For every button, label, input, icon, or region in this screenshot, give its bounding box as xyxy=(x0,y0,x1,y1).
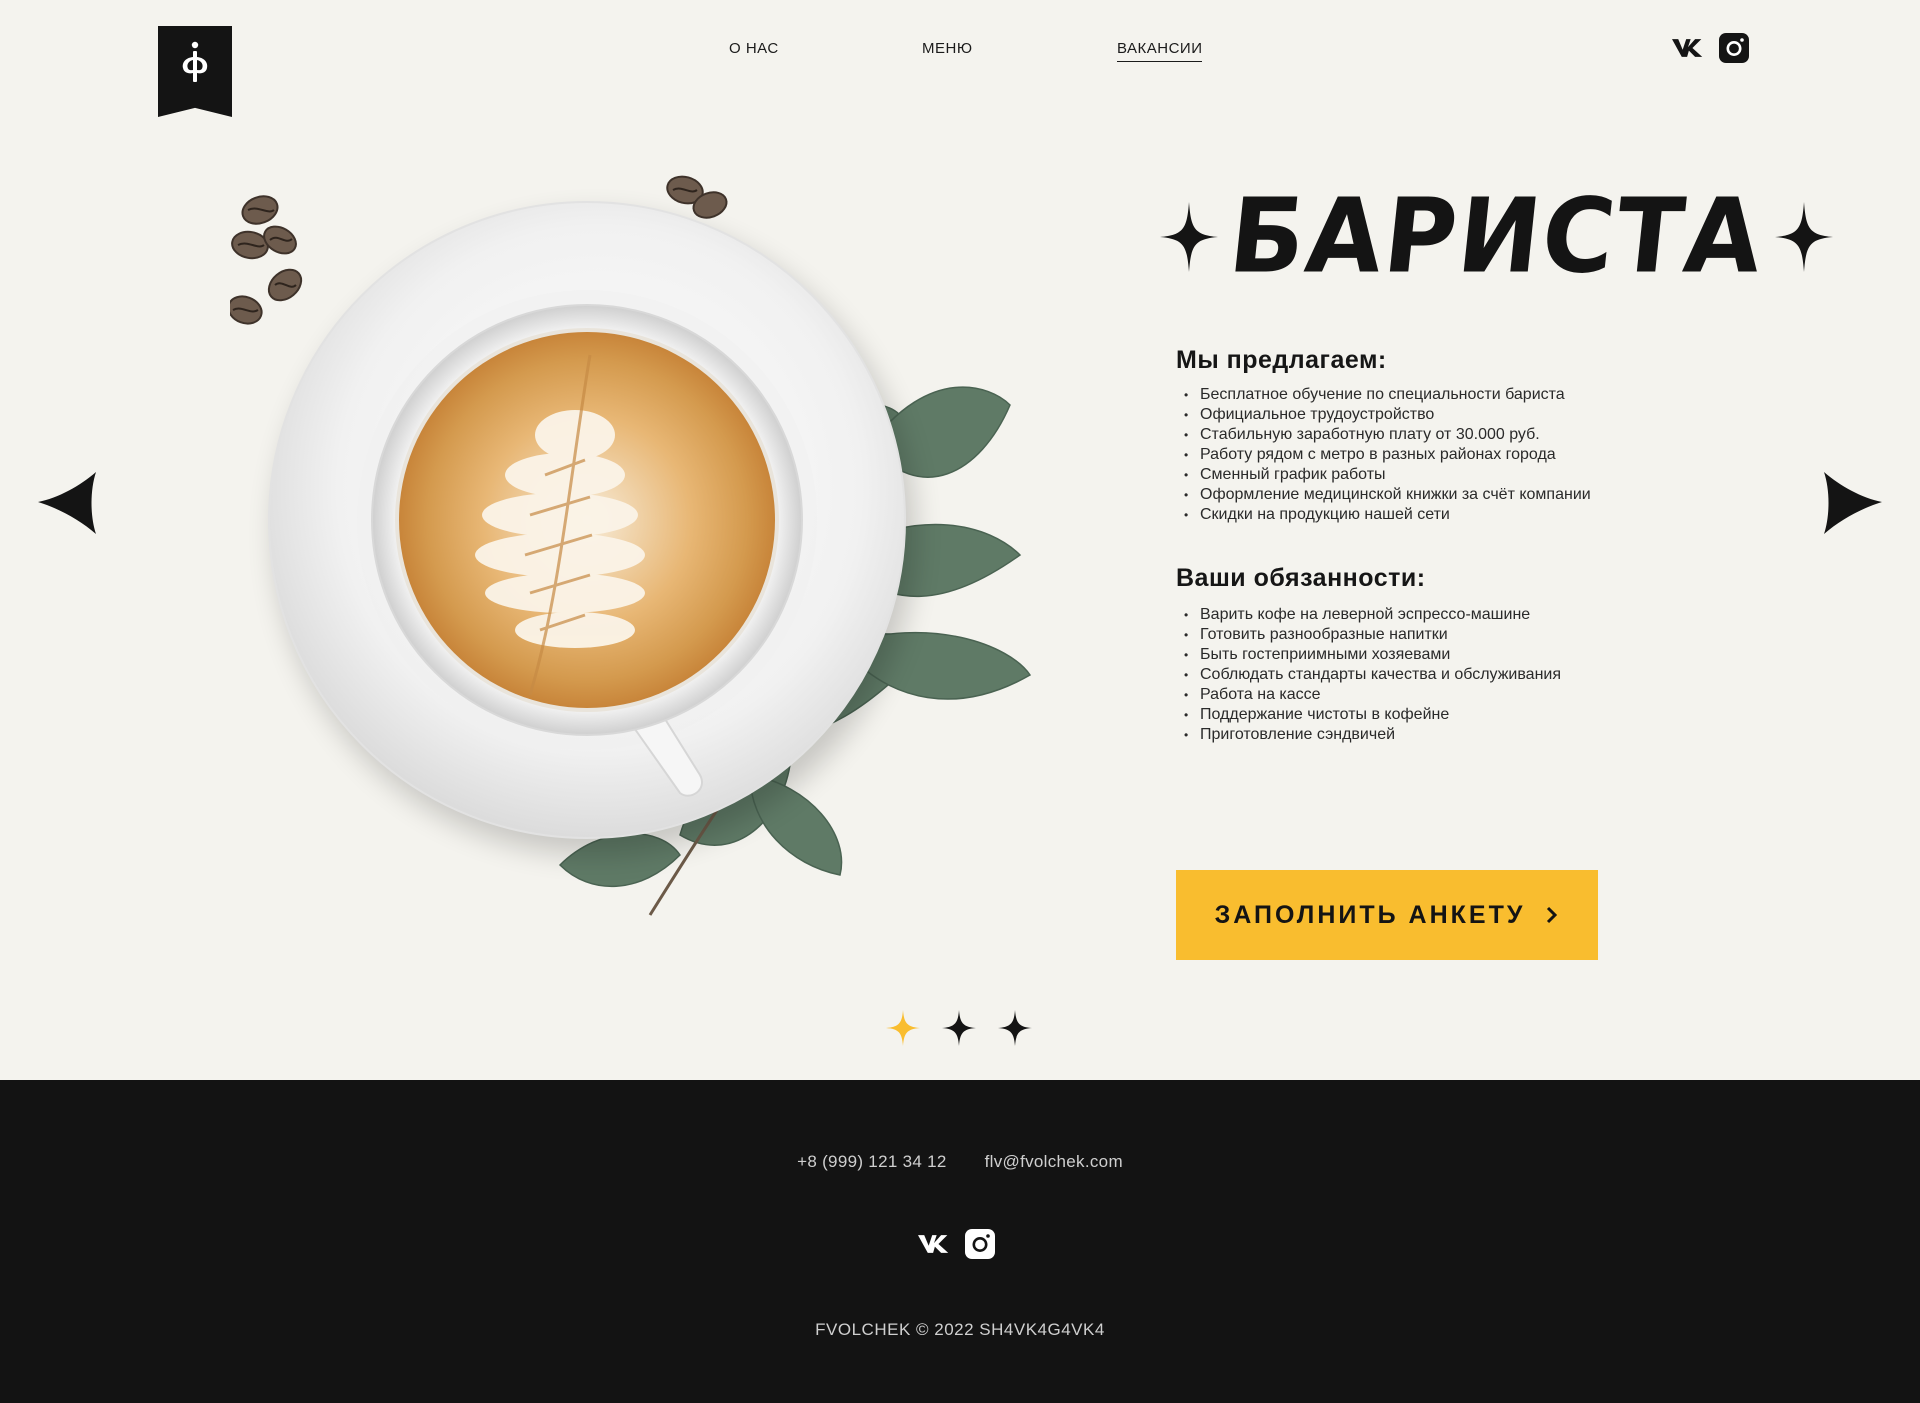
vacancy-title: БАРИСТА xyxy=(1223,177,1770,297)
list-item: Работу рядом с метро в разных районах го… xyxy=(1176,445,1736,465)
list-item: Поддержание чистоты в кофейне xyxy=(1176,705,1736,725)
fill-form-button[interactable]: ЗАПОЛНИТЬ АНКЕТУ xyxy=(1176,870,1598,960)
footer-phone[interactable]: +8 (999) 121 34 12 xyxy=(797,1152,947,1172)
list-item: Готовить разнообразные напитки xyxy=(1176,625,1736,645)
list-item: Оформление медицинской книжки за счёт ко… xyxy=(1176,485,1736,505)
slide-dot-star-icon[interactable] xyxy=(998,1010,1032,1046)
nav-about[interactable]: О НАС xyxy=(729,40,779,61)
list-item: Варить кофе на леверной эспрессо-машине xyxy=(1176,605,1736,625)
list-item: Сменный график работы xyxy=(1176,465,1736,485)
nav-vacancies[interactable]: ВАКАНСИИ xyxy=(1117,40,1203,62)
four-point-star-icon xyxy=(1160,202,1218,272)
list-item: Стабильную заработную плату от 30.000 ру… xyxy=(1176,425,1736,445)
list-item: Официальное трудоустройство xyxy=(1176,405,1736,425)
slider-pagination xyxy=(886,1010,1032,1046)
four-point-star-icon xyxy=(1775,202,1833,272)
offer-section: Мы предлагаем: Бесплатное обучение по сп… xyxy=(1176,346,1736,525)
instagram-icon[interactable] xyxy=(964,1228,996,1260)
offer-list: Бесплатное обучение по специальности бар… xyxy=(1176,385,1736,525)
duties-heading: Ваши обязанности: xyxy=(1176,564,1426,592)
header-social-links xyxy=(1672,32,1750,64)
list-item: Соблюдать стандарты качества и обслужива… xyxy=(1176,665,1736,685)
footer: +8 (999) 121 34 12 flv@fvolchek.com FVOL… xyxy=(0,1080,1920,1403)
logo-f-glyph-icon xyxy=(182,41,208,82)
vacancy-title-row: БАРИСТА xyxy=(1160,177,1833,297)
vk-icon[interactable] xyxy=(918,1228,950,1260)
slide-dot-star-icon[interactable] xyxy=(942,1010,976,1046)
slide-dot-active-star-icon[interactable] xyxy=(886,1010,920,1046)
list-item: Быть гостеприимными хозяевами xyxy=(1176,645,1736,665)
duties-section: Ваши обязанности: Варить кофе на леверно… xyxy=(1176,564,1736,745)
vk-icon[interactable] xyxy=(1672,32,1704,64)
coffee-cup-image xyxy=(230,175,1032,916)
chevron-right-icon xyxy=(1547,906,1558,924)
list-item: Скидки на продукцию нашей сети xyxy=(1176,505,1736,525)
footer-contacts: +8 (999) 121 34 12 flv@fvolchek.com xyxy=(0,1152,1920,1172)
list-item: Бесплатное обучение по специальности бар… xyxy=(1176,385,1736,405)
instagram-icon[interactable] xyxy=(1718,32,1750,64)
footer-social-links xyxy=(918,1228,996,1260)
prev-slide-arrow-icon[interactable] xyxy=(38,468,98,538)
logo[interactable] xyxy=(158,26,232,117)
list-item: Приготовление сэндвичей xyxy=(1176,725,1736,745)
list-item: Работа на кассе xyxy=(1176,685,1736,705)
duties-list: Варить кофе на леверной эспрессо-машине … xyxy=(1176,605,1736,745)
footer-email[interactable]: flv@fvolchek.com xyxy=(985,1152,1123,1172)
offer-heading: Мы предлагаем: xyxy=(1176,346,1387,374)
nav-menu[interactable]: МЕНЮ xyxy=(922,40,973,61)
next-slide-arrow-icon[interactable] xyxy=(1822,468,1882,538)
fill-form-button-label: ЗАПОЛНИТЬ АНКЕТУ xyxy=(1214,900,1526,929)
footer-copyright: FVOLCHEK © 2022 SH4VK4G4VK4 xyxy=(815,1320,1105,1339)
